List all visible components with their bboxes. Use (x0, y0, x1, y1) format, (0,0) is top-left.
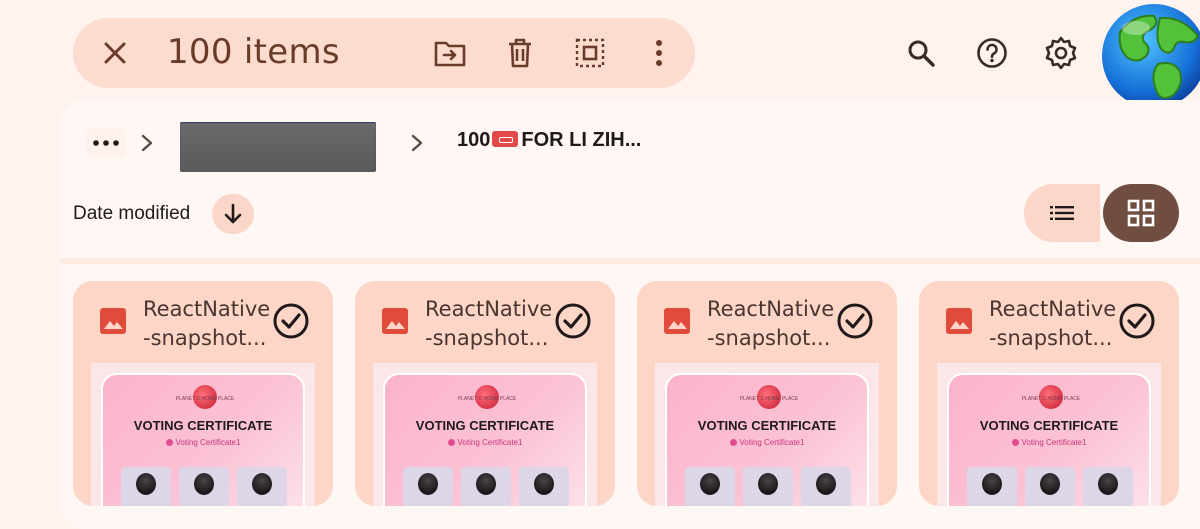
portrait-photo (1025, 467, 1075, 506)
portrait-photo (743, 467, 793, 506)
selection-count: 100 items (167, 32, 340, 72)
portrait-photo (121, 467, 171, 506)
file-name-line2: -snapshot... (143, 326, 267, 350)
portrait-photo (1083, 467, 1133, 506)
selected-check-icon[interactable] (553, 301, 593, 341)
file-card[interactable]: ReactNative -snapshot... PLANET C HOME P… (355, 281, 615, 506)
file-name-line1: ReactNative (143, 297, 271, 321)
certificate-title: VOTING CERTIFICATE (415, 418, 555, 433)
portrait-photo (179, 467, 229, 506)
selection-toolbar: 100 items (73, 18, 695, 88)
delete-icon[interactable] (502, 35, 538, 71)
selected-check-icon[interactable] (1117, 301, 1157, 341)
logo-text: PLANET C HOME PLACE (1021, 396, 1081, 402)
portrait-row (403, 467, 569, 506)
divider (60, 258, 1200, 264)
sort-direction-button[interactable] (212, 194, 254, 234)
portrait-photo (237, 467, 287, 506)
settings-icon[interactable] (1041, 33, 1081, 73)
certificate-subtitle-text: Voting Certificate1 (1021, 438, 1087, 447)
globe-avatar[interactable] (1100, 0, 1200, 112)
file-name-line2: -snapshot... (989, 326, 1113, 350)
portrait-row (121, 467, 287, 506)
certificate-subtitle: Voting Certificate1 (667, 438, 867, 447)
certificate-title: VOTING CERTIFICATE (133, 418, 273, 433)
certificate-subtitle: Voting Certificate1 (949, 438, 1149, 447)
file-name: ReactNative -snapshot... (143, 295, 270, 353)
move-to-folder-icon[interactable] (432, 35, 468, 71)
grid-view-button[interactable] (1103, 184, 1179, 242)
file-name-line2: -snapshot... (425, 326, 549, 350)
certificate-subtitle: Voting Certificate1 (385, 438, 585, 447)
list-view-button[interactable] (1024, 184, 1100, 242)
file-name-line2: -snapshot... (707, 326, 831, 350)
logo-text: PLANET C HOME PLACE (739, 396, 799, 402)
certificate-image: PLANET C HOME PLACE VOTING CERTIFICATE V… (383, 373, 587, 506)
certificate-subtitle-text: Voting Certificate1 (739, 438, 805, 447)
ticket-icon (492, 131, 519, 147)
file-card[interactable]: ReactNative -snapshot... PLANET C HOME P… (919, 281, 1179, 506)
selected-check-icon[interactable] (835, 301, 875, 341)
logo-text: PLANET C HOME PLACE (457, 396, 517, 402)
search-icon[interactable] (901, 33, 941, 73)
portrait-photo (801, 467, 851, 506)
certificate-image: PLANET C HOME PLACE VOTING CERTIFICATE V… (947, 373, 1151, 506)
portrait-photo (685, 467, 735, 506)
chevron-right-icon (137, 133, 157, 153)
certificate-subtitle-text: Voting Certificate1 (175, 438, 241, 447)
file-name-line1: ReactNative (989, 297, 1117, 321)
grid-view-icon (1127, 199, 1155, 227)
file-card[interactable]: ReactNative -snapshot... PLANET C HOME P… (637, 281, 897, 506)
arrow-down-icon (224, 203, 242, 224)
logo-text: PLANET C HOME PLACE (175, 396, 235, 402)
file-name: ReactNative -snapshot... (707, 295, 834, 353)
file-card[interactable]: ReactNative -snapshot... PLANET C HOME P… (73, 281, 333, 506)
select-all-icon[interactable] (572, 35, 608, 71)
image-file-icon (379, 305, 411, 337)
selected-check-icon[interactable] (271, 301, 311, 341)
file-name: ReactNative -snapshot... (989, 295, 1116, 353)
certificate-title: VOTING CERTIFICATE (979, 418, 1119, 433)
file-thumbnail: PLANET C HOME PLACE VOTING CERTIFICATE V… (655, 363, 879, 506)
file-thumbnail: PLANET C HOME PLACE VOTING CERTIFICATE V… (373, 363, 597, 506)
portrait-photo (403, 467, 453, 506)
list-view-icon (1050, 206, 1074, 220)
chevron-right-icon (407, 133, 427, 153)
image-file-icon (97, 305, 129, 337)
folder-name-suffix: FOR LI ZIH... (521, 129, 642, 151)
portrait-photo (519, 467, 569, 506)
file-thumbnail: PLANET C HOME PLACE VOTING CERTIFICATE V… (91, 363, 315, 506)
file-thumbnail: PLANET C HOME PLACE VOTING CERTIFICATE V… (937, 363, 1161, 506)
certificate-title: VOTING CERTIFICATE (697, 418, 837, 433)
file-name-line1: ReactNative (707, 297, 835, 321)
portrait-photo (967, 467, 1017, 506)
folder-name-prefix: 100 (457, 129, 491, 151)
file-name: ReactNative -snapshot... (425, 295, 552, 353)
portrait-photo (461, 467, 511, 506)
sort-label[interactable]: Date modified (73, 203, 190, 225)
breadcrumb-redacted-folder[interactable] (180, 122, 376, 172)
certificate-image: PLANET C HOME PLACE VOTING CERTIFICATE V… (665, 373, 869, 506)
file-name-line1: ReactNative (425, 297, 553, 321)
portrait-row (685, 467, 851, 506)
certificate-subtitle-text: Voting Certificate1 (457, 438, 523, 447)
close-icon[interactable] (99, 37, 131, 69)
breadcrumb-current-folder: 100 FOR LI ZIH... (457, 129, 641, 152)
image-file-icon (661, 305, 693, 337)
certificate-image: PLANET C HOME PLACE VOTING CERTIFICATE V… (101, 373, 305, 506)
certificate-subtitle: Voting Certificate1 (103, 438, 303, 447)
help-icon[interactable] (972, 33, 1012, 73)
more-vert-icon[interactable] (641, 35, 677, 71)
portrait-row (967, 467, 1133, 506)
image-file-icon (943, 305, 975, 337)
breadcrumb-more-button[interactable] (86, 128, 126, 158)
